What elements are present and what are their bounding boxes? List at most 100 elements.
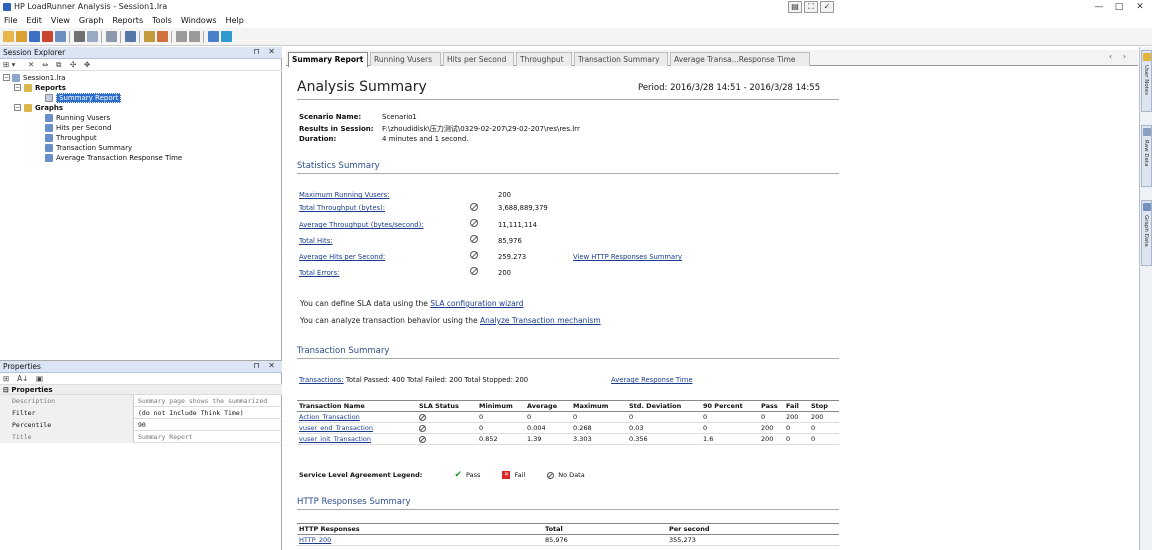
tree-node-graph[interactable]: Hits per Second — [0, 123, 282, 133]
collapse-icon[interactable]: − — [14, 104, 21, 111]
average-response-time-link[interactable]: Average Response Time — [611, 376, 693, 384]
merge-graphs-icon[interactable] — [157, 31, 168, 42]
delete-icon[interactable]: ✕ — [28, 60, 34, 69]
stat-max-running-vusers-link[interactable]: Maximum Running Vusers: — [299, 191, 390, 199]
column-header[interactable]: Minimum — [477, 400, 525, 412]
open-session-icon[interactable] — [16, 31, 27, 42]
menu-file[interactable]: File — [0, 14, 22, 28]
tab-scroll-arrows[interactable]: ‹ › — [1109, 52, 1130, 61]
new-session-icon[interactable] — [3, 31, 14, 42]
move-down-icon[interactable]: ✥ — [84, 60, 90, 69]
column-header[interactable]: Per second — [667, 523, 839, 535]
property-value[interactable]: Summary Report — [136, 431, 280, 443]
column-header[interactable]: SLA Status — [417, 400, 477, 412]
tab-transaction-summary[interactable]: Transaction Summary — [574, 52, 668, 66]
sla-wizard-link[interactable]: SLA configuration wizard — [430, 299, 523, 308]
sidebar-tab-user-notes[interactable]: User Notes — [1141, 50, 1152, 112]
alphabetical-icon[interactable]: A↓ — [17, 374, 28, 383]
tab-hits-per-second[interactable]: Hits per Second — [443, 52, 514, 66]
property-row[interactable]: Description Summary page shows the summa… — [0, 395, 282, 407]
column-header[interactable]: Average — [525, 400, 571, 412]
column-header[interactable]: Maximum — [571, 400, 627, 412]
sidebar-tab-graph-data[interactable]: Graph Data — [1141, 200, 1152, 266]
property-pages-icon[interactable]: ▣ — [36, 374, 43, 383]
view-http-responses-link[interactable]: View HTTP Responses Summary — [573, 253, 682, 261]
fullscreen-icon[interactable]: ⛶ — [804, 1, 818, 13]
collapse-icon[interactable]: − — [3, 74, 10, 81]
tree-node-graph[interactable]: Running Vusers — [0, 113, 282, 123]
menu-help[interactable]: Help — [222, 14, 249, 28]
column-header[interactable]: Stop — [809, 400, 839, 412]
minimize-button[interactable]: — — [1090, 0, 1108, 14]
transactions-link[interactable]: Transactions: — [299, 376, 344, 384]
transaction-name-link[interactable]: vuser_end_Transaction — [297, 422, 417, 434]
column-header[interactable]: Total — [543, 523, 667, 535]
transaction-name-link[interactable]: Action_Transaction — [297, 411, 417, 423]
stat-total-hits-link[interactable]: Total Hits: — [299, 237, 333, 245]
menu-view[interactable]: View — [47, 14, 75, 28]
menu-edit[interactable]: Edit — [22, 14, 47, 28]
duplicate-icon[interactable]: ⧉ — [56, 60, 61, 70]
tab-throughput[interactable]: Throughput — [516, 52, 572, 66]
tree-node-graph[interactable]: Transaction Summary — [0, 143, 282, 153]
menu-graph[interactable]: Graph — [75, 14, 109, 28]
add-graph-icon[interactable] — [144, 31, 155, 42]
column-header[interactable]: Pass — [759, 400, 784, 412]
tab-average-transaction-response-time[interactable]: Average Transa...Response Time — [670, 52, 810, 66]
close-button[interactable]: ✕ — [1131, 0, 1149, 14]
move-up-icon[interactable]: ✣ — [70, 60, 76, 69]
redo-icon[interactable] — [189, 31, 200, 42]
stat-average-throughput-link[interactable]: Average Throughput (bytes/second): — [299, 221, 424, 229]
property-row[interactable]: Title Summary Report — [0, 431, 282, 443]
column-header[interactable]: Std. Deviation — [627, 400, 701, 412]
generate-report-icon[interactable] — [42, 31, 53, 42]
column-header[interactable]: HTTP Responses — [297, 523, 543, 535]
column-header[interactable]: Transaction Name — [297, 400, 417, 412]
maximize-button[interactable]: □ — [1110, 0, 1128, 14]
stat-total-throughput-link[interactable]: Total Throughput (bytes): — [299, 204, 385, 212]
copy-icon[interactable] — [106, 31, 117, 42]
stat-total-errors-link[interactable]: Total Errors: — [299, 269, 339, 277]
filter-icon[interactable] — [125, 31, 136, 42]
print-preview-icon[interactable] — [87, 31, 98, 42]
pane-pin-close-icon[interactable]: ⊓ ✕ — [254, 361, 279, 370]
add-item-icon[interactable]: ⊞ ▾ — [3, 60, 15, 69]
tree-node-graph[interactable]: Average Transaction Response Time — [0, 153, 282, 163]
tree-node-graphs[interactable]: − Graphs — [0, 103, 282, 113]
tab-summary-report[interactable]: Summary Report — [288, 52, 368, 67]
layout-icon[interactable]: ▤ — [788, 1, 802, 13]
column-header[interactable]: Fail — [784, 400, 809, 412]
layout-icon[interactable] — [208, 31, 219, 42]
print-icon[interactable] — [74, 31, 85, 42]
rename-icon[interactable]: ⇔ — [42, 60, 48, 69]
chevron-down-icon[interactable]: ✓ — [820, 1, 834, 13]
property-row[interactable]: Percentile 90 — [0, 419, 282, 431]
categorized-icon[interactable]: ⊞ — [3, 374, 9, 383]
tab-running-vusers[interactable]: Running Vusers — [370, 52, 441, 66]
sidebar-tab-raw-data[interactable]: Raw Data — [1141, 125, 1152, 187]
html-report-icon[interactable] — [55, 31, 66, 42]
menu-windows[interactable]: Windows — [177, 14, 222, 28]
stat-average-hits-link[interactable]: Average Hits per Second: — [299, 253, 385, 261]
property-row[interactable]: Filter (do not Include Think Time) — [0, 407, 282, 419]
transaction-name-link[interactable]: vuser_init_Transaction — [297, 433, 417, 445]
undo-icon[interactable] — [176, 31, 187, 42]
tree-node-session[interactable]: − Session1.lra — [0, 73, 282, 83]
property-value[interactable]: (do not Include Think Time) — [136, 407, 280, 419]
column-header[interactable]: 90 Percent — [701, 400, 759, 412]
menu-reports[interactable]: Reports — [108, 14, 148, 28]
property-value[interactable]: Summary page shows the summarized — [136, 395, 280, 407]
menu-tools[interactable]: Tools — [148, 14, 177, 28]
analyze-note: You can analyze transaction behavior usi… — [300, 316, 601, 325]
tree-node-graph[interactable]: Throughput — [0, 133, 282, 143]
properties-category[interactable]: ⊟ Properties — [0, 385, 282, 395]
pane-pin-close-icon[interactable]: ⊓ ✕ — [254, 47, 279, 56]
property-value[interactable]: 90 — [136, 419, 280, 431]
tree-node-summary-report[interactable]: Summary Report — [0, 93, 282, 103]
display-options-icon[interactable] — [221, 31, 232, 42]
tree-node-reports[interactable]: − Reports — [0, 83, 282, 93]
save-icon[interactable] — [29, 31, 40, 42]
collapse-icon[interactable]: − — [14, 84, 21, 91]
http-response-link[interactable]: HTTP_200 — [297, 534, 543, 546]
analyze-transaction-link[interactable]: Analyze Transaction mechanism — [480, 316, 601, 325]
